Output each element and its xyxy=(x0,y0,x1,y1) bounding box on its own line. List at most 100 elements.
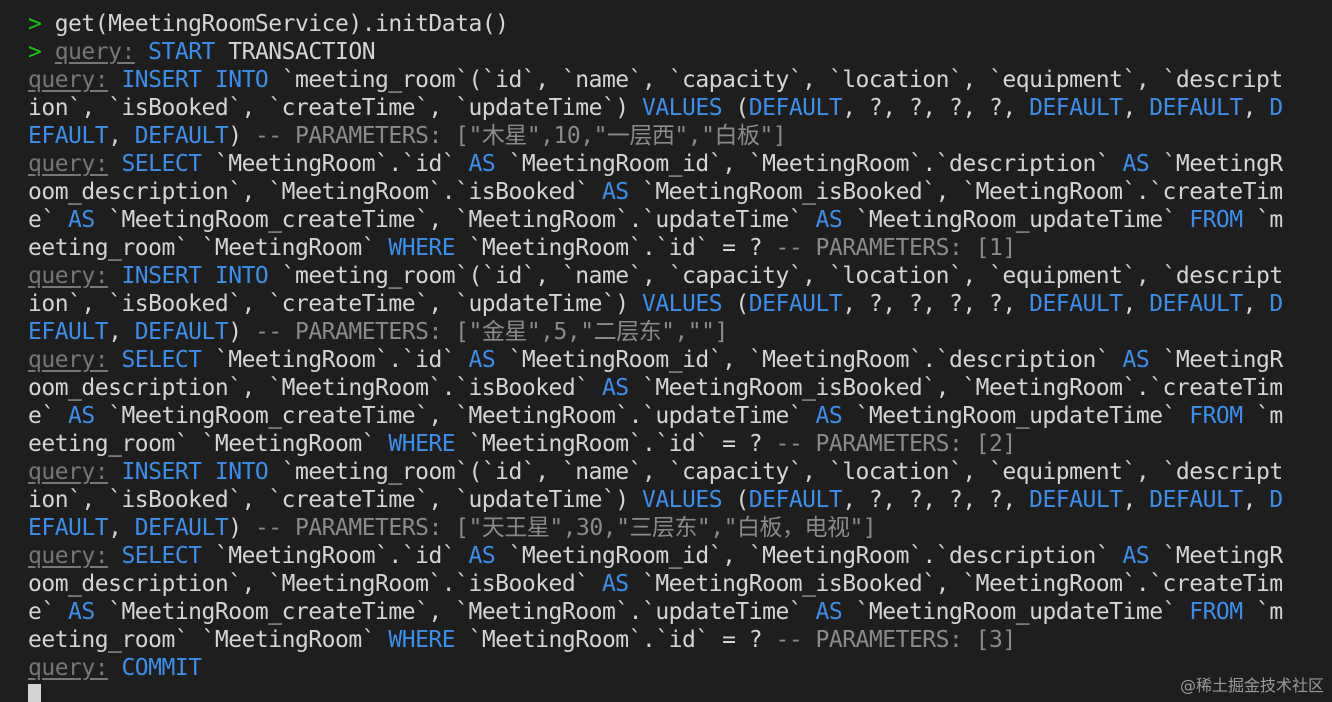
sql-keyword: DEFAULT xyxy=(1149,95,1243,121)
insert-2-line-2: ion`, `isBooked`, `createTime`, `updateT… xyxy=(28,290,1332,318)
sql-text: `MeetingRoom_updateTime` xyxy=(842,599,1190,625)
sql-keyword: DEFAULT xyxy=(748,291,843,317)
sql-keyword: DEFAULT xyxy=(1149,291,1243,317)
prompt-symbol: > xyxy=(28,11,55,37)
sql-keyword: AS xyxy=(1122,151,1150,177)
sql-text: get(MeetingRoomService).initData() xyxy=(54,11,509,37)
insert-3-line-1: query: INSERT INTO `meeting_room`(`id`, … xyxy=(28,458,1332,486)
sql-comment: -- PARAMETERS: ["天王星",30,"三层东","白板，电视"] xyxy=(254,515,877,541)
sql-keyword: SELECT xyxy=(121,543,202,569)
sql-keyword: VALUES xyxy=(641,291,723,317)
sql-keyword: AS xyxy=(68,207,95,233)
sql-keyword: FROM xyxy=(1189,599,1243,625)
sql-text: `MeetingRoom_createTime`, `MeetingRoom`.… xyxy=(94,207,816,233)
sql-text: `meeting_room`(`id`, `name`, `capacity`,… xyxy=(268,67,1284,93)
sql-text: ( xyxy=(722,487,749,513)
sql-keyword: VALUES xyxy=(641,95,723,121)
command-line: > get(MeetingRoomService).initData() xyxy=(28,10,1332,38)
terminal-cursor xyxy=(28,684,41,702)
sql-comment: -- PARAMETERS: ["木星",10,"一层西","白板"] xyxy=(254,123,787,149)
sql-text: `MeetingRoom_isBooked`, `MeetingRoom`.`c… xyxy=(628,179,1283,205)
sql-keyword: DEFAULT xyxy=(748,95,843,121)
sql-text: `MeetingRoom_isBooked`, `MeetingRoom`.`c… xyxy=(628,375,1283,401)
select-2-line-1: query: SELECT `MeetingRoom`.`id` AS `Mee… xyxy=(28,346,1332,374)
sql-keyword: VALUES xyxy=(641,487,723,513)
sql-keyword: AS xyxy=(468,151,496,177)
sql-text: `MeetingRoom_id`, `MeetingRoom`.`descrip… xyxy=(495,347,1123,373)
sql-keyword: SELECT xyxy=(121,347,202,373)
sql-keyword: AS xyxy=(468,347,496,373)
sql-keyword: COMMIT xyxy=(121,655,202,681)
sql-comment: -- PARAMETERS: [2] xyxy=(775,431,1016,457)
sql-keyword: AS xyxy=(1122,543,1150,569)
sql-text: `MeetingRoom_updateTime` xyxy=(842,207,1190,233)
sql-text: `meeting_room`(`id`, `name`, `capacity`,… xyxy=(268,263,1284,289)
select-2-line-4: eeting_room` `MeetingRoom` WHERE `Meetin… xyxy=(28,430,1332,458)
query-label: query: xyxy=(28,263,109,289)
query-label: query: xyxy=(28,151,109,177)
sql-text: , ?, ?, ?, ?, xyxy=(842,487,1030,513)
sql-text: `m xyxy=(1242,403,1283,429)
insert-3-line-2: ion`, `isBooked`, `createTime`, `updateT… xyxy=(28,486,1332,514)
sql-text: `m xyxy=(1242,207,1283,233)
sql-keyword: AS xyxy=(601,179,629,205)
sql-text: , xyxy=(1242,95,1270,121)
select-2-line-2: oom_description`, `MeetingRoom`.`isBooke… xyxy=(28,374,1332,402)
select-1-line-3: e` AS `MeetingRoom_createTime`, `Meeting… xyxy=(28,206,1332,234)
start-transaction-line: > query: START TRANSACTION xyxy=(28,38,1332,66)
insert-2-line-3: EFAULT, DEFAULT) -- PARAMETERS: ["金星",5,… xyxy=(28,318,1332,346)
sql-text: , xyxy=(1242,291,1270,317)
sql-text: `MeetingRoom`.`id` = ? xyxy=(455,235,776,261)
sql-text: eeting_room` `MeetingRoom` xyxy=(28,627,389,653)
insert-3-line-3: EFAULT, DEFAULT) -- PARAMETERS: ["天王星",3… xyxy=(28,514,1332,542)
sql-text: `MeetingRoom_createTime`, `MeetingRoom`.… xyxy=(94,403,816,429)
sql-keyword: INSERT INTO xyxy=(121,459,269,485)
select-2-line-3: e` AS `MeetingRoom_createTime`, `Meeting… xyxy=(28,402,1332,430)
sql-keyword: DEFAULT xyxy=(134,123,229,149)
sql-keyword: DEFAULT xyxy=(748,487,843,513)
sql-comment: -- PARAMETERS: [1] xyxy=(775,235,1016,261)
insert-2-line-1: query: INSERT INTO `meeting_room`(`id`, … xyxy=(28,262,1332,290)
sql-keyword: DEFAULT xyxy=(134,515,229,541)
sql-keyword: DEFAULT xyxy=(1029,487,1123,513)
sql-comment: -- PARAMETERS: [3] xyxy=(775,627,1016,653)
sql-keyword: INSERT INTO xyxy=(121,263,269,289)
query-label: query: xyxy=(28,543,109,569)
sql-keyword: AS xyxy=(601,571,629,597)
prompt-symbol: > xyxy=(28,39,55,65)
select-3-line-1: query: SELECT `MeetingRoom`.`id` AS `Mee… xyxy=(28,542,1332,570)
sql-comment: -- PARAMETERS: ["金星",5,"二层东",""] xyxy=(254,319,728,345)
sql-text: ) xyxy=(228,123,255,149)
sql-keyword: D xyxy=(1269,487,1283,513)
insert-1-line-3: EFAULT, DEFAULT) -- PARAMETERS: ["木星",10… xyxy=(28,122,1332,150)
sql-text: e` xyxy=(28,207,69,233)
query-label: query: xyxy=(54,39,136,65)
sql-text: , ?, ?, ?, ?, xyxy=(842,95,1030,121)
insert-1-line-1: query: INSERT INTO `meeting_room`(`id`, … xyxy=(28,66,1332,94)
sql-text: eeting_room` `MeetingRoom` xyxy=(28,431,389,457)
sql-keyword: START xyxy=(148,39,215,65)
query-label: query: xyxy=(28,347,109,373)
sql-keyword: AS xyxy=(1122,347,1150,373)
sql-text: , ?, ?, ?, ?, xyxy=(842,291,1030,317)
sql-keyword: DEFAULT xyxy=(134,319,229,345)
sql-text: `MeetingRoom`.`id` = ? xyxy=(455,627,776,653)
sql-text: `MeetingR xyxy=(1149,347,1284,373)
sql-keyword: FROM xyxy=(1189,207,1243,233)
select-1-line-4: eeting_room` `MeetingRoom` WHERE `Meetin… xyxy=(28,234,1332,262)
sql-text: `MeetingRoom`.`id` xyxy=(201,151,469,177)
sql-keyword: AS xyxy=(68,599,95,625)
sql-text: ion`, `isBooked`, `createTime`, `updateT… xyxy=(28,291,642,317)
terminal-output[interactable]: > get(MeetingRoomService).initData() > qu… xyxy=(0,0,1332,702)
sql-keyword: AS xyxy=(815,207,843,233)
sql-text: , xyxy=(1242,487,1270,513)
sql-text: `MeetingR xyxy=(1149,543,1284,569)
sql-keyword: WHERE xyxy=(388,627,456,653)
sql-text: oom_description`, `MeetingRoom`.`isBooke… xyxy=(28,375,602,401)
sql-keyword: AS xyxy=(68,403,95,429)
sql-keyword: DEFAULT xyxy=(1029,95,1123,121)
select-1-line-2: oom_description`, `MeetingRoom`.`isBooke… xyxy=(28,178,1332,206)
sql-text: e` xyxy=(28,599,69,625)
